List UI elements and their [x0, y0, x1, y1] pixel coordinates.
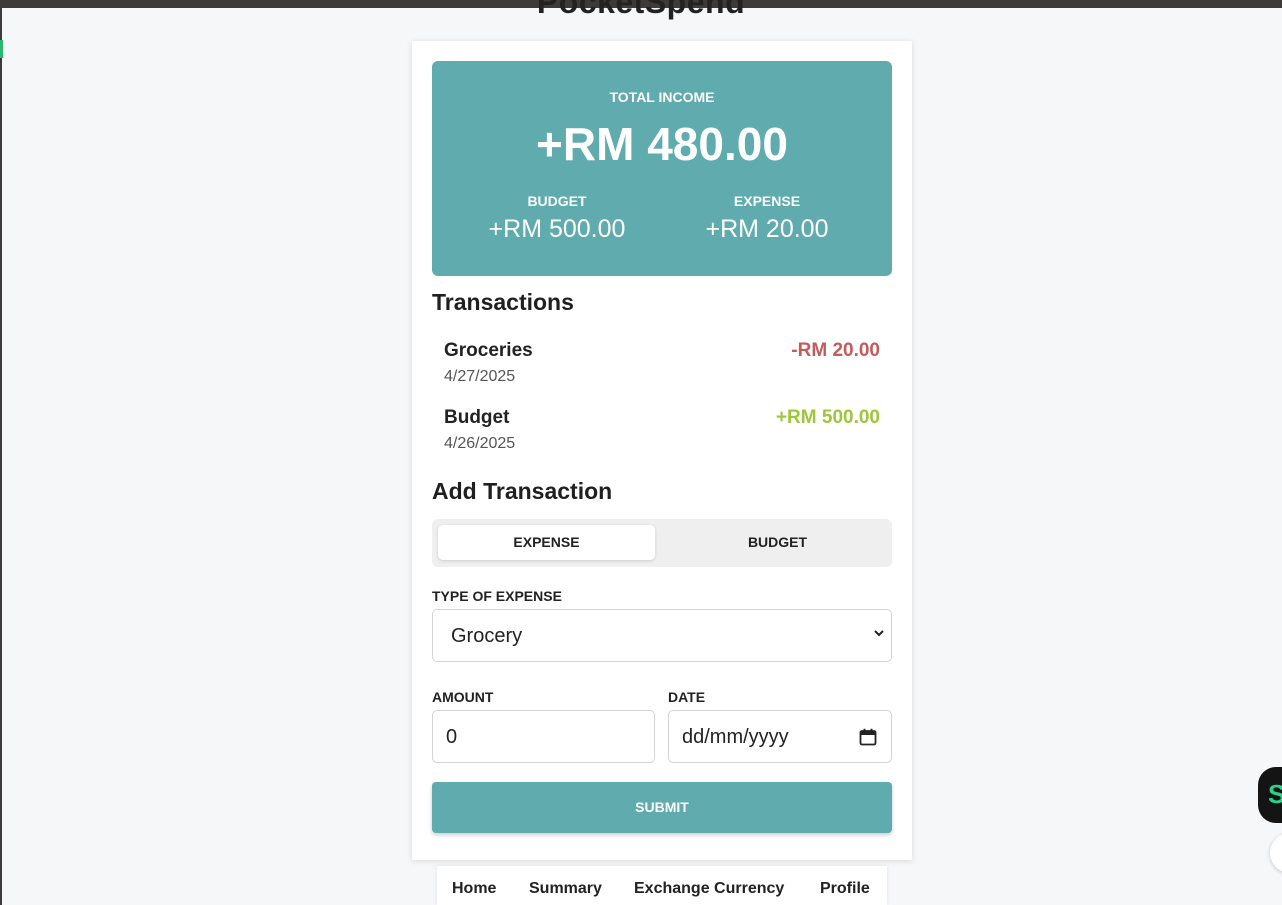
amount-value: 0 — [446, 726, 458, 748]
transaction-name: Groceries — [444, 340, 533, 361]
add-transaction-heading: Add Transaction — [432, 478, 613, 504]
nav-home[interactable]: Home — [452, 880, 496, 898]
total-income-label: TOTAL INCOME — [609, 89, 715, 105]
toggle-expense[interactable]: EXPENSE — [438, 525, 655, 560]
transaction-row[interactable]: Budget 4/26/2025 +RM 500.00 — [444, 407, 880, 457]
date-input[interactable]: dd/mm/yyyy — [668, 710, 892, 763]
transaction-date: 4/26/2025 — [444, 435, 516, 452]
floating-circle-button[interactable] — [1270, 833, 1282, 873]
app-title: PocketSpend — [536, 0, 746, 20]
submit-button[interactable]: SUBMIT — [432, 782, 892, 833]
transaction-row[interactable]: Groceries 4/27/2025 -RM 20.00 — [444, 340, 880, 390]
transaction-type-toggle: EXPENSE BUDGET — [432, 519, 892, 567]
transaction-amount: -RM 20.00 — [791, 340, 880, 361]
budget-label: BUDGET — [527, 193, 587, 209]
expense-label: EXPENSE — [733, 193, 801, 209]
transaction-amount: +RM 500.00 — [775, 407, 880, 428]
transactions-heading: Transactions — [432, 289, 574, 315]
chevron-down-icon — [873, 626, 885, 642]
nav-exchange-currency[interactable]: Exchange Currency — [634, 880, 784, 898]
nav-profile[interactable]: Profile — [820, 880, 870, 898]
expense-type-value: Grocery — [451, 625, 523, 647]
amount-label: AMOUNT — [432, 689, 494, 705]
expense-type-select[interactable]: Grocery — [432, 609, 892, 662]
nav-summary[interactable]: Summary — [529, 880, 602, 898]
bottom-nav: Home Summary Exchange Currency Profile — [437, 866, 887, 905]
budget-value: +RM 500.00 — [488, 215, 626, 243]
assistant-logo-icon: S — [1268, 779, 1282, 809]
budget-summary: BUDGET +RM 500.00 — [447, 193, 667, 244]
expense-value: +RM 20.00 — [705, 215, 829, 243]
type-of-expense-label: TYPE OF EXPENSE — [432, 588, 562, 604]
main-card: TOTAL INCOME +RM 480.00 BUDGET +RM 500.0… — [412, 41, 912, 860]
window-left-edge — [0, 8, 2, 905]
calendar-icon[interactable] — [859, 728, 877, 746]
income-summary-panel: TOTAL INCOME +RM 480.00 BUDGET +RM 500.0… — [432, 61, 892, 276]
transaction-date: 4/27/2025 — [444, 368, 516, 385]
amount-input[interactable]: 0 — [432, 710, 655, 763]
toggle-budget[interactable]: BUDGET — [669, 525, 886, 560]
left-edge-marker — [0, 40, 3, 58]
transaction-name: Budget — [444, 407, 510, 428]
floating-assistant-button[interactable]: S — [1258, 767, 1282, 823]
date-placeholder: dd/mm/yyyy — [682, 726, 789, 748]
date-label: DATE — [668, 689, 706, 705]
total-income-value: +RM 480.00 — [536, 118, 788, 170]
expense-summary: EXPENSE +RM 20.00 — [657, 193, 877, 244]
